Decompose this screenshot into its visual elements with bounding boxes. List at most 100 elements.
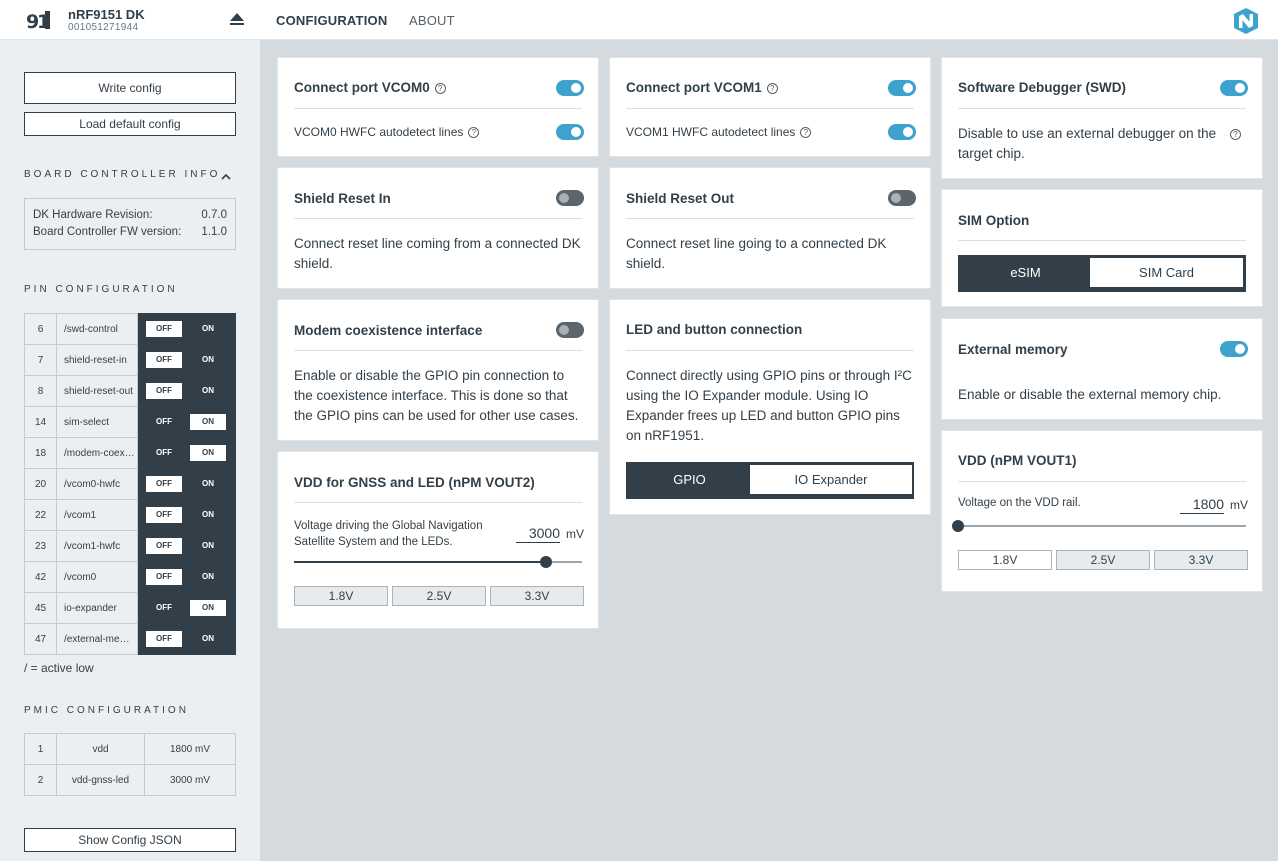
preset-1v8-button[interactable]: 1.8V [958,550,1052,570]
preset-3v3-button[interactable]: 3.3V [490,586,584,606]
pin-off-option[interactable]: OFF [146,352,182,368]
help-icon[interactable]: ? [1230,129,1241,140]
pin-on-option[interactable]: ON [190,352,226,368]
pin-off-option[interactable]: OFF [146,445,182,461]
chevron-up-icon[interactable] [221,169,231,180]
pin-row: 22/vcom1 OFF ON [24,499,236,531]
preset-3v3-button[interactable]: 3.3V [1154,550,1248,570]
pin-name: /swd-control [56,313,138,345]
vdd-card: VDD (nPM VOUT1) Voltage on the VDD rail.… [941,430,1263,592]
pin-on-option[interactable]: ON [190,383,226,399]
vdd-slider-handle[interactable] [952,520,964,532]
pin-on-option[interactable]: ON [190,538,226,554]
pmic-value: 1800 mV [144,733,236,765]
pin-off-option[interactable]: OFF [146,538,182,554]
pin-row: 42/vcom0 OFF ON [24,561,236,593]
vdd-input[interactable]: 1800 [1180,496,1224,514]
vdd-gnss-led-input[interactable]: 3000 [516,525,560,543]
vcom0-toggle[interactable] [556,80,584,96]
help-icon[interactable]: ? [800,127,812,138]
divider [626,108,914,109]
pin-number: 7 [24,344,57,376]
vdd-label: Voltage on the VDD rail. [958,497,1081,509]
vcom1-toggle[interactable] [888,80,916,96]
help-icon[interactable]: ? [766,83,778,94]
tab-about[interactable]: ABOUT [409,13,455,28]
pin-number: 42 [24,561,57,593]
sim-card-option[interactable]: SIM Card [1090,258,1243,287]
sim-option-title: SIM Option [958,213,1030,228]
pin-off-option[interactable]: OFF [146,383,182,399]
pin-on-option[interactable]: ON [190,476,226,492]
divider [294,218,582,219]
help-icon[interactable]: ? [468,127,480,138]
pin-switch: OFF ON [137,530,236,562]
load-default-config-button[interactable]: Load default config [24,112,236,136]
led-button-connection-title: LED and button connection [626,322,803,337]
pin-row: 14 sim-select OFF ON [24,406,236,438]
fw-version-value: 1.1.0 [201,226,227,238]
pin-row: 23/vcom1-hwfc OFF ON [24,530,236,562]
preset-2v5-button[interactable]: 2.5V [1056,550,1150,570]
vcom1-hwfc-toggle[interactable] [888,124,916,140]
shield-reset-in-toggle[interactable] [556,190,584,206]
eject-icon[interactable] [229,13,245,27]
pin-on-option[interactable]: ON [190,600,226,616]
pin-on-option[interactable]: ON [190,445,226,461]
io-expander-option[interactable]: IO Expander [750,465,912,494]
pin-off-option[interactable]: OFF [146,507,182,523]
swd-card: Software Debugger (SWD) Disable to use a… [941,57,1263,179]
pin-off-option[interactable]: OFF [146,476,182,492]
pin-name: sim-select [56,406,138,438]
shield-reset-out-card: Shield Reset Out Connect reset line goin… [609,167,931,289]
pin-number: 45 [24,592,57,624]
pmic-row: 1 vdd 1800 mV [24,733,236,765]
pin-name: /vcom1 [56,499,138,531]
shield-reset-out-toggle[interactable] [888,190,916,206]
pin-name: /vcom1-hwfc [56,530,138,562]
pin-number: 6 [24,313,57,345]
divider [958,240,1246,241]
vcom0-title: Connect port VCOM0 [294,80,430,95]
device-serial: 001051271944 [68,22,139,33]
pin-off-option[interactable]: OFF [146,600,182,616]
show-config-json-button[interactable]: Show Config JSON [24,828,236,852]
pin-row: 20/vcom0-hwfc OFF ON [24,468,236,500]
pin-off-option[interactable]: OFF [146,414,182,430]
pin-on-option[interactable]: ON [190,569,226,585]
write-config-button[interactable]: Write config [24,72,236,104]
pin-off-option[interactable]: OFF [146,321,182,337]
esim-option[interactable]: eSIM [961,258,1090,287]
vdd-gnss-led-slider-handle[interactable] [540,556,553,568]
pin-switch: OFF ON [137,499,236,531]
pin-on-option[interactable]: ON [190,414,226,430]
led-button-connection-card: LED and button connection Connect direct… [609,299,931,515]
external-memory-toggle[interactable] [1220,341,1248,357]
pmic-name: vdd-gnss-led [56,764,145,796]
pin-on-option[interactable]: ON [190,631,226,647]
active-low-note: / = active low [24,661,94,675]
pin-off-option[interactable]: OFF [146,631,182,647]
pin-name: /vcom0 [56,561,138,593]
pin-row: 45 io-expander OFF ON [24,592,236,624]
divider [294,350,582,351]
vcom1-card: Connect port VCOM1? VCOM1 HWFC autodetec… [609,57,931,157]
pin-row: 7 shield-reset-in OFF ON [24,344,236,376]
tab-configuration[interactable]: CONFIGURATION [276,13,387,28]
help-icon[interactable]: ? [434,83,446,94]
preset-1v8-button[interactable]: 1.8V [294,586,388,606]
led-button-connection-selector: GPIO IO Expander [626,462,914,499]
sim-option-selector: eSIM SIM Card [958,255,1246,292]
pin-on-option[interactable]: ON [190,321,226,337]
pin-off-option[interactable]: OFF [146,569,182,585]
modem-coexistence-description: Enable or disable the GPIO pin connectio… [294,368,579,423]
modem-coexistence-toggle[interactable] [556,322,584,338]
pin-on-option[interactable]: ON [190,507,226,523]
swd-toggle[interactable] [1220,80,1248,96]
gpio-option[interactable]: GPIO [629,465,750,494]
vcom0-hwfc-toggle[interactable] [556,124,584,140]
pin-number: 14 [24,406,57,438]
nordic-logo-icon [1232,8,1260,34]
pin-switch: OFF ON [137,344,236,376]
preset-2v5-button[interactable]: 2.5V [392,586,486,606]
